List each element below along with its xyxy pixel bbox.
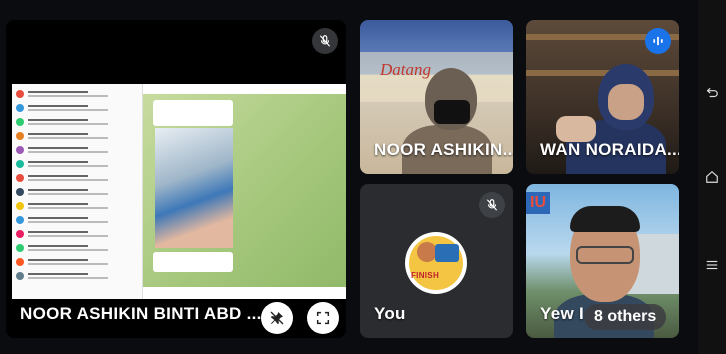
fullscreen-button[interactable] [307, 302, 339, 334]
audio-wave-icon [645, 28, 671, 54]
avatar-logo-graphic: FINISH [411, 271, 440, 280]
home-icon[interactable] [705, 170, 719, 184]
participant-tile-noor[interactable]: Datang NOOR ASHIKIN... [360, 20, 513, 174]
chat-conversation-pane [143, 84, 346, 299]
chat-list-pane [12, 84, 143, 299]
fullscreen-icon [316, 311, 330, 325]
back-icon[interactable] [705, 86, 719, 100]
main-presentation-tile[interactable]: NOOR ASHIKIN BINTI ABD ... [6, 20, 346, 338]
person-hand [556, 116, 596, 142]
person-hair [570, 206, 640, 232]
unpin-button[interactable] [261, 302, 293, 334]
participant-name: Yew I [540, 304, 585, 323]
participant-name: NOOR ASHIKIN... [374, 140, 513, 159]
shared-screen [12, 84, 346, 299]
person-face [608, 84, 644, 120]
mic-off-icon [312, 28, 338, 54]
logo: IU [526, 192, 550, 214]
others-count-badge[interactable]: 8 others [584, 304, 667, 330]
face-mask [434, 100, 470, 124]
system-nav-bar [698, 0, 726, 354]
banner-text: Datang [380, 60, 431, 79]
glasses [576, 246, 634, 264]
participant-name: WAN NORAIDA... [540, 140, 679, 159]
participant-tile-wan[interactable]: WAN NORAIDA... [526, 20, 679, 174]
participant-name: NOOR ASHIKIN BINTI ABD ... [20, 304, 262, 323]
participant-tile-you[interactable]: FINISH You [360, 184, 513, 338]
participant-tile-others[interactable]: IU Yew I 8 others [526, 184, 679, 338]
participant-name: You [374, 304, 406, 323]
avatar: FINISH [405, 232, 467, 294]
mic-off-icon [479, 192, 505, 218]
menu-icon[interactable] [705, 258, 719, 272]
pin-off-icon [270, 311, 284, 325]
